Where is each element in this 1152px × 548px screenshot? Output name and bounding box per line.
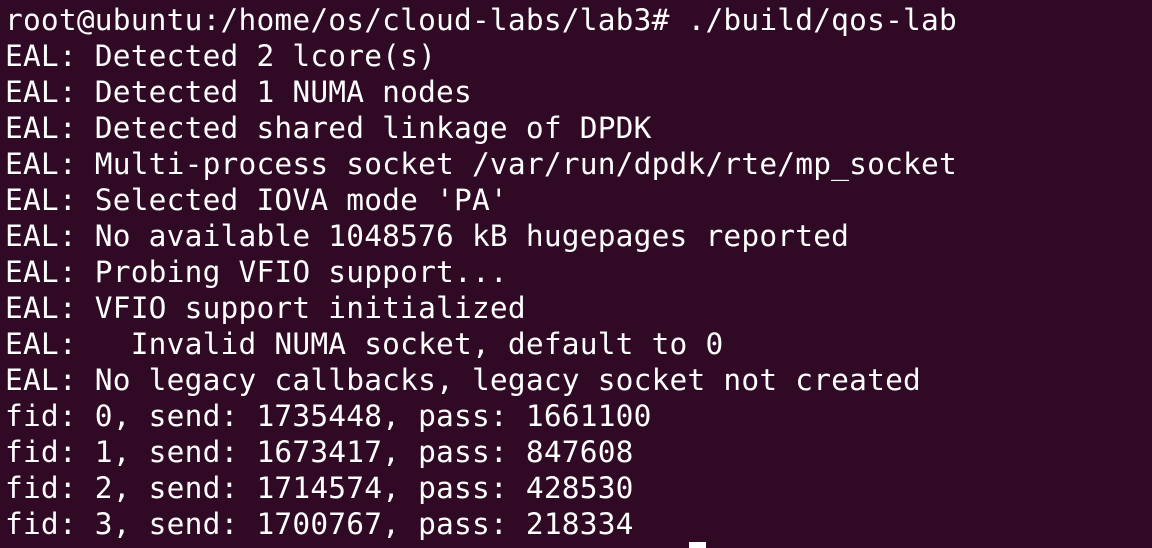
output-line: EAL: No available 1048576 kB hugepages r…	[5, 219, 850, 253]
flow-stats-line: fid: 0, send: 1735448, pass: 1661100	[5, 399, 652, 433]
output-line: EAL: Multi-process socket /var/run/dpdk/…	[5, 147, 957, 181]
output-line: EAL: Invalid NUMA socket, default to 0	[5, 327, 724, 361]
output-line: EAL: VFIO support initialized	[5, 291, 526, 325]
prompt-command-line: root@ubuntu:/home/os/cloud-labs/lab3# ./…	[5, 3, 957, 37]
flow-stats-line: fid: 3, send: 1700767, pass: 218334	[5, 507, 634, 541]
terminal-output: root@ubuntu:/home/os/cloud-labs/lab3# ./…	[5, 2, 1152, 542]
terminal-window[interactable]: / root@ubuntu:/home/os/cloud-labs/lab3# …	[0, 0, 1152, 548]
output-line: EAL: Detected 1 NUMA nodes	[5, 75, 472, 109]
flow-stats-line: fid: 2, send: 1714574, pass: 428530	[5, 471, 634, 505]
output-line: EAL: Probing VFIO support...	[5, 255, 508, 289]
text-cursor	[689, 542, 706, 548]
output-line: EAL: Detected 2 lcore(s)	[5, 39, 437, 73]
output-line: EAL: Detected shared linkage of DPDK	[5, 111, 652, 145]
flow-stats-line: fid: 1, send: 1673417, pass: 847608	[5, 435, 634, 469]
output-line: EAL: Selected IOVA mode 'PA'	[5, 183, 508, 217]
output-line: EAL: No legacy callbacks, legacy socket …	[5, 363, 921, 397]
